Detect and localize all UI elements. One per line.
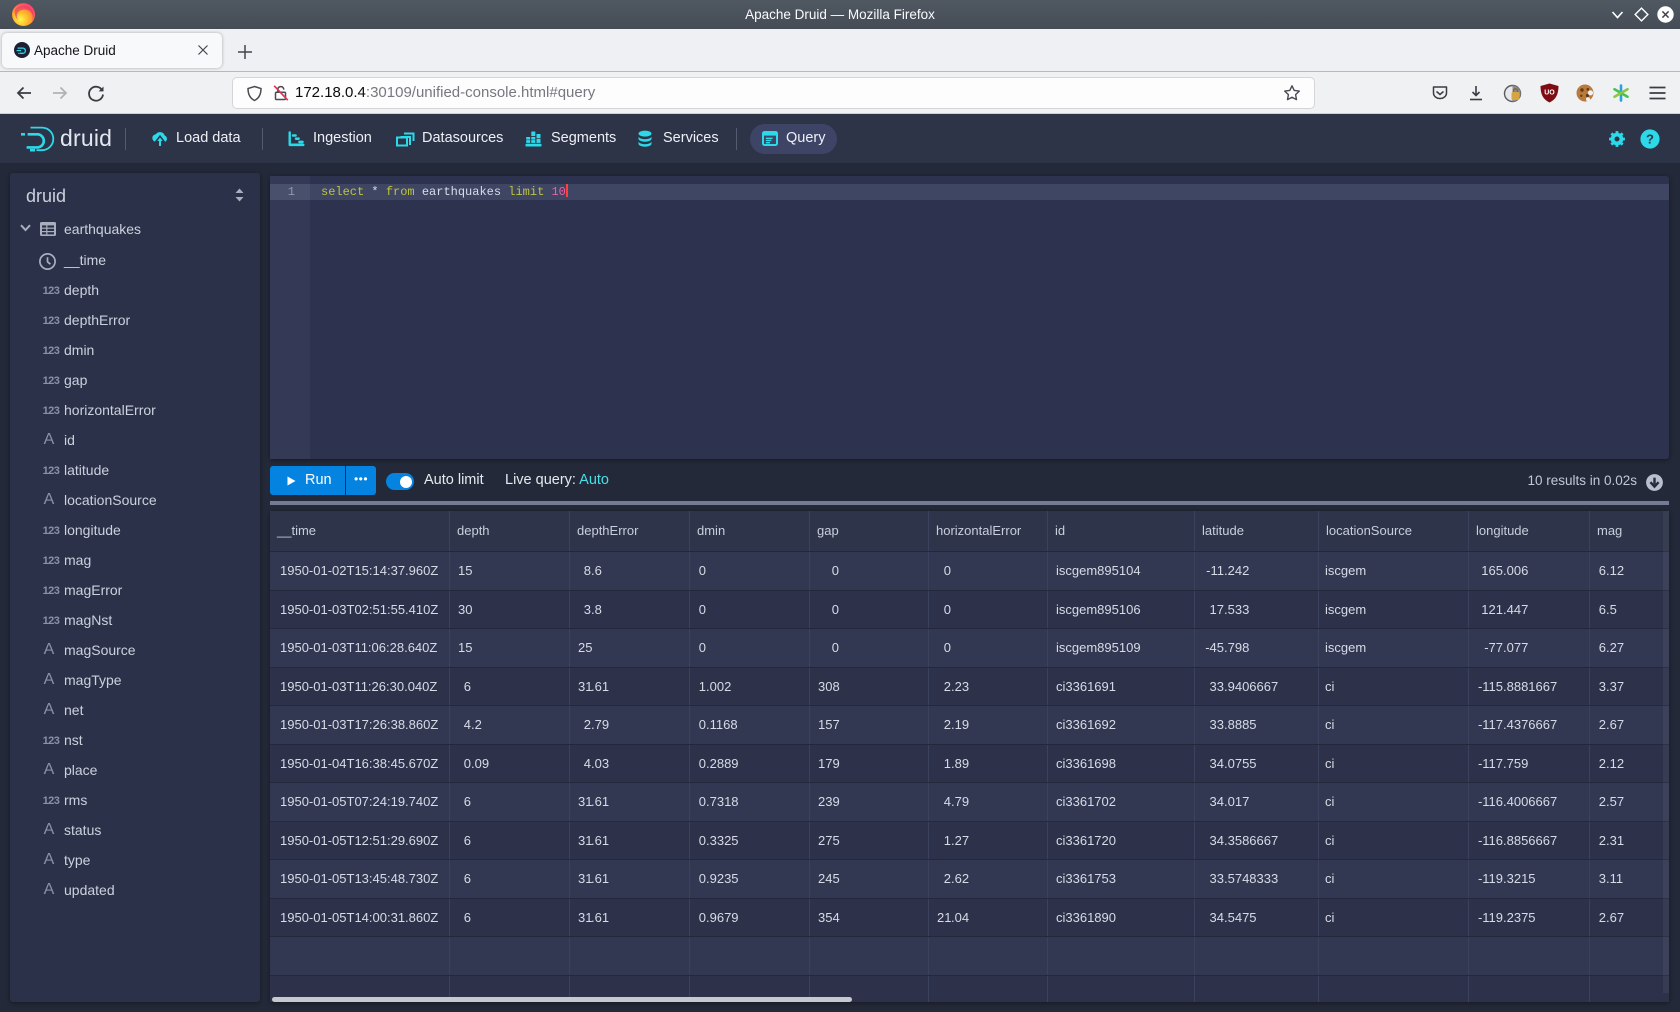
svg-text:?: ?: [1646, 132, 1654, 147]
svg-text:UO: UO: [1544, 90, 1555, 97]
